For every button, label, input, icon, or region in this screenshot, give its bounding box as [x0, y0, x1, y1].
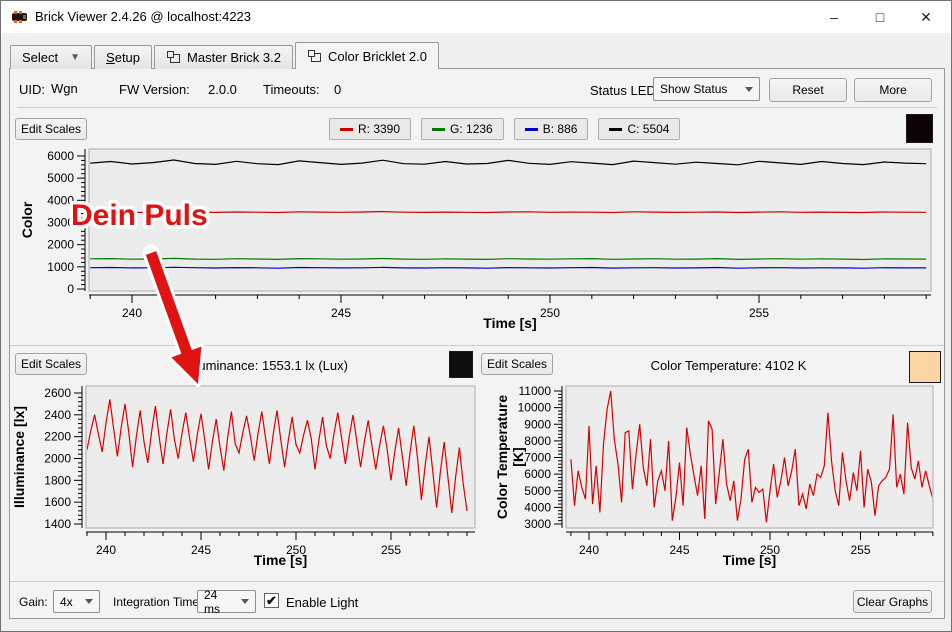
- timeouts-value: 0: [334, 82, 341, 97]
- tab-label: Select: [22, 50, 58, 65]
- chevron-down-icon: ▼: [70, 52, 80, 63]
- series-color-dash: [609, 128, 622, 131]
- edit-scales-illuminance-button[interactable]: Edit Scales: [15, 353, 87, 375]
- temperature-swatch: [909, 351, 941, 383]
- separator: [10, 581, 944, 582]
- legend-button-b[interactable]: B: 886: [514, 118, 589, 140]
- gain-value: 4x: [60, 595, 73, 609]
- legend-label: B: 886: [543, 122, 578, 136]
- illuminance-swatch: [449, 351, 473, 378]
- enable-light-label: Enable Light: [286, 595, 358, 610]
- temperature-title: Color Temperature: 4102 K: [561, 358, 896, 373]
- chevron-down-icon: [241, 599, 249, 604]
- tab-label: Color Bricklet 2.0: [328, 49, 427, 64]
- minimize-button[interactable]: –: [811, 1, 857, 33]
- color-legend: R: 3390 G: 1236 B: 886 C: 5504: [329, 118, 680, 140]
- more-button[interactable]: More: [854, 78, 932, 102]
- title-bar: Brick Viewer 2.4.26 @ localhost:4223 – □…: [1, 1, 951, 33]
- separator: [17, 107, 937, 108]
- tab-label: Setup: [106, 50, 140, 65]
- gain-label: Gain:: [19, 595, 48, 609]
- tab-setup[interactable]: Setup: [94, 45, 152, 69]
- edit-scales-color-button[interactable]: Edit Scales: [15, 118, 87, 140]
- legend-button-c[interactable]: C: 5504: [598, 118, 680, 140]
- integration-time-select[interactable]: 24 ms: [197, 590, 256, 613]
- integration-time-label: Integration Time:: [113, 595, 202, 609]
- series-color-dash: [525, 128, 538, 131]
- bricklet-icon: [307, 50, 322, 63]
- gain-select[interactable]: 4x: [53, 590, 100, 613]
- tab-bar: Select ▼ Setup Master Brick 3.2 Color Brickl…: [10, 42, 439, 69]
- fw-version-label: FW Version:: [119, 82, 190, 97]
- status-led-label: Status LED:: [590, 83, 659, 98]
- status-led-select[interactable]: Show Status: [653, 77, 760, 101]
- brick-viewer-window: Brick Viewer 2.4.26 @ localhost:4223 – □…: [0, 0, 952, 632]
- legend-label: R: 3390: [358, 122, 400, 136]
- bricklet-icon: [166, 51, 181, 64]
- integration-time-value: 24 ms: [204, 588, 235, 616]
- legend-label: G: 1236: [450, 122, 493, 136]
- series-color-dash: [432, 128, 445, 131]
- chevron-down-icon: [85, 599, 93, 604]
- separator: [10, 345, 944, 346]
- enable-light-checkbox[interactable]: ✔: [264, 593, 279, 608]
- tab-master-brick-3-2[interactable]: Master Brick 3.2: [154, 45, 293, 69]
- window-title: Brick Viewer 2.4.26 @ localhost:4223: [35, 1, 251, 33]
- uid-label: UID:: [19, 82, 45, 97]
- legend-label: C: 5504: [627, 122, 669, 136]
- tab-select[interactable]: Select ▼: [10, 45, 92, 69]
- uid-value: Wgn: [51, 81, 78, 96]
- chevron-down-icon: [745, 87, 753, 92]
- legend-button-r[interactable]: R: 3390: [329, 118, 411, 140]
- status-led-value: Show Status: [660, 82, 727, 96]
- tab-label: Master Brick 3.2: [187, 50, 281, 65]
- close-button[interactable]: ✕: [903, 1, 949, 33]
- timeouts-label: Timeouts:: [263, 82, 320, 97]
- edit-scales-temperature-button[interactable]: Edit Scales: [481, 353, 553, 375]
- clear-graphs-button[interactable]: Clear Graphs: [853, 590, 932, 613]
- legend-button-g[interactable]: G: 1236: [421, 118, 504, 140]
- fw-version-value: 2.0.0: [208, 82, 237, 97]
- illuminance-title: Illuminance: 1553.1 lx (Lux): [96, 358, 441, 373]
- tab-color-bricklet-2-0[interactable]: Color Bricklet 2.0: [295, 42, 439, 69]
- series-color-dash: [340, 128, 353, 131]
- color-swatch: [906, 114, 933, 143]
- tab-pane: [9, 68, 945, 619]
- reset-button[interactable]: Reset: [769, 78, 847, 102]
- maximize-button[interactable]: □: [857, 1, 903, 33]
- app-icon: [11, 9, 28, 25]
